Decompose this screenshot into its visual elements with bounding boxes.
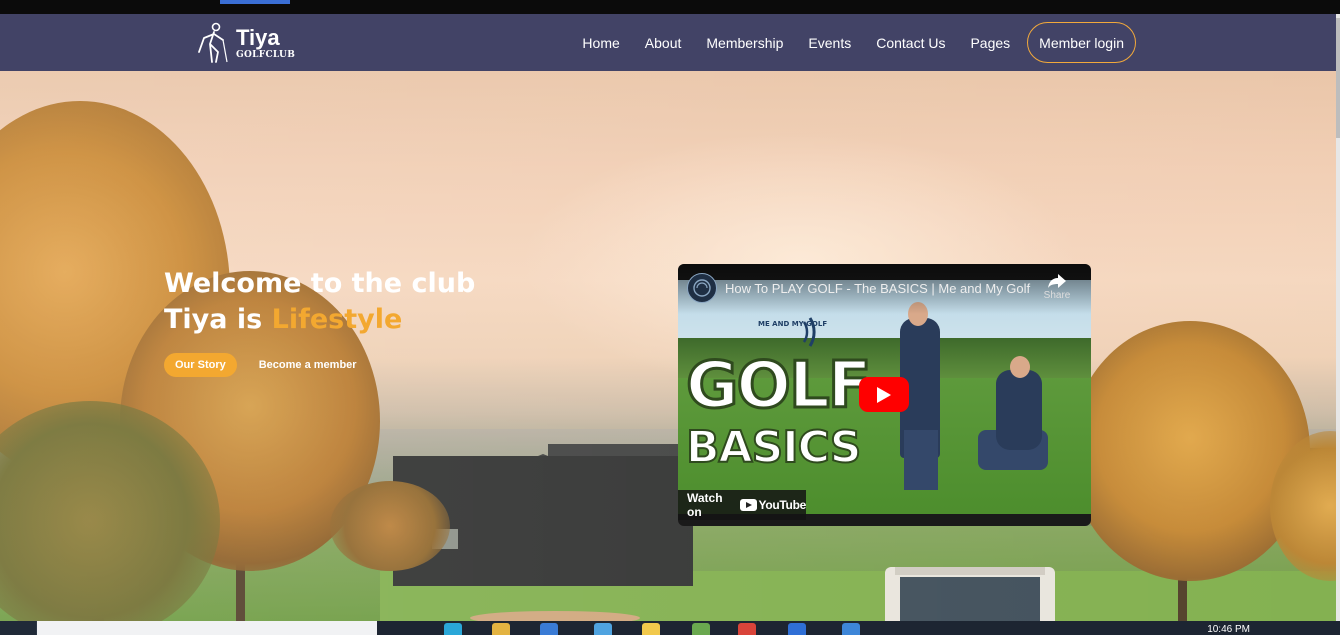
- channel-avatar[interactable]: [687, 273, 717, 303]
- become-member-link[interactable]: Become a member: [259, 359, 357, 371]
- video-title[interactable]: How To PLAY GOLF - The BASICS | Me and M…: [725, 281, 1030, 296]
- store-icon[interactable]: [540, 623, 558, 635]
- hero-actions: Our Story Become a member: [164, 353, 475, 377]
- nav-about[interactable]: About: [645, 35, 682, 51]
- chrome-icon[interactable]: [738, 623, 756, 635]
- start-button[interactable]: [0, 621, 37, 635]
- logo-name: Tiya: [236, 24, 280, 50]
- thumb-coach-head: [1010, 356, 1030, 378]
- youtube-logo: YouTube: [739, 498, 807, 512]
- member-login-button[interactable]: Member login: [1027, 22, 1136, 63]
- browser-top-strip: [0, 0, 1340, 14]
- thumb-coach-kneeling: [996, 370, 1042, 450]
- app-icon[interactable]: [842, 623, 860, 635]
- nav-membership[interactable]: Membership: [706, 35, 783, 51]
- site-logo[interactable]: Tiya GOLFCLUB: [196, 20, 295, 66]
- our-story-button[interactable]: Our Story: [164, 353, 237, 377]
- scrollbar-thumb[interactable]: [1336, 18, 1340, 138]
- hero-title-line1: Welcome to the club: [164, 268, 476, 299]
- nav-contact-us[interactable]: Contact Us: [876, 35, 945, 51]
- edge-icon[interactable]: [444, 623, 462, 635]
- clock[interactable]: 10:46 PM: [1207, 624, 1250, 635]
- nav-pages[interactable]: Pages: [970, 35, 1010, 51]
- share-label: Share: [1043, 290, 1071, 301]
- web-page: Tiya GOLFCLUB Home About Membership Even…: [0, 14, 1336, 621]
- watch-on-youtube-button[interactable]: Watch on YouTube: [678, 490, 806, 520]
- hero-title-line2-prefix: Tiya is: [164, 304, 272, 335]
- top-navbar: Tiya GOLFCLUB Home About Membership Even…: [0, 14, 1336, 71]
- video-header: How To PLAY GOLF - The BASICS | Me and M…: [678, 264, 1091, 314]
- app-icon[interactable]: [594, 623, 612, 635]
- browser-tab-indicator[interactable]: [220, 0, 290, 4]
- share-arrow-icon: [1048, 274, 1066, 288]
- app-icon[interactable]: [642, 623, 660, 635]
- hero-title: Welcome to the club Tiya is Lifestyle: [164, 266, 475, 338]
- page-scrollbar[interactable]: [1336, 14, 1340, 621]
- me-and-my-golf-logo: ME AND MY GOLF: [758, 317, 827, 347]
- nav-events[interactable]: Events: [808, 35, 851, 51]
- taskbar-search-box[interactable]: [37, 621, 377, 635]
- hero-title-accent: Lifestyle: [271, 304, 403, 335]
- youtube-wordmark: YouTube: [758, 498, 807, 512]
- youtube-embed[interactable]: ME AND MY GOLF GOLF BASICS How To PLAY G…: [678, 264, 1091, 526]
- thumb-golfer-legs: [904, 430, 938, 490]
- channel-logo-icon: [693, 279, 711, 297]
- os-taskbar: 10:46 PM: [0, 621, 1340, 635]
- thumb-golf-text: GOLF: [684, 349, 872, 423]
- thumb-basics-text: BASICS: [685, 422, 862, 473]
- video-thumbnail[interactable]: ME AND MY GOLF GOLF BASICS: [678, 280, 1091, 514]
- play-icon: [877, 386, 891, 403]
- logo-subtitle: GOLFCLUB: [236, 49, 296, 60]
- main-nav: Home About Membership Events Contact Us …: [582, 22, 1136, 63]
- youtube-icon: [739, 499, 757, 511]
- hero-content: Welcome to the club Tiya is Lifestyle Ou…: [164, 266, 475, 377]
- app-icon[interactable]: [692, 623, 710, 635]
- file-explorer-icon[interactable]: [492, 623, 510, 635]
- golfer-icon: [196, 22, 230, 64]
- app-icon[interactable]: [788, 623, 806, 635]
- nav-home[interactable]: Home: [582, 35, 619, 51]
- play-button[interactable]: [859, 377, 909, 412]
- thumb-brand-text: ME AND MY GOLF: [758, 320, 827, 328]
- share-button[interactable]: Share: [1038, 274, 1076, 301]
- watch-on-label: Watch on: [687, 491, 723, 519]
- logo-text: Tiya GOLFCLUB: [236, 24, 296, 60]
